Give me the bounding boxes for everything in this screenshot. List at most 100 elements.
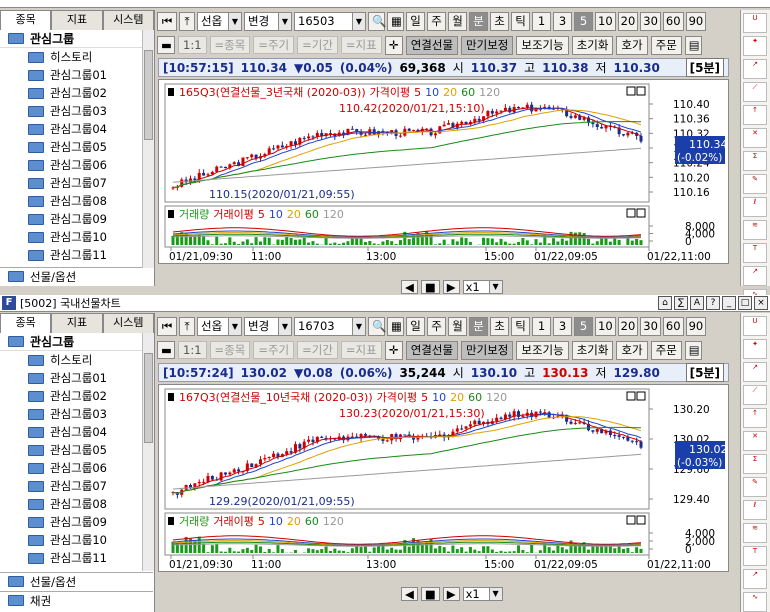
aux-function-button[interactable]: 보조기능: [516, 35, 569, 55]
tab-jipyo[interactable]: 지표: [51, 10, 103, 30]
interval-button[interactable]: 1: [532, 316, 551, 336]
code-input[interactable]: 16503 ▼: [294, 11, 366, 31]
mark-icon[interactable]: ▬: [157, 36, 175, 54]
window-2-titlebar[interactable]: F [5002] 국내선물차트 ⌂ ∑ A ? _ □ ×: [0, 295, 770, 312]
same-period-button[interactable]: =주기: [253, 36, 295, 54]
volume-panel-max-icon[interactable]: [626, 515, 636, 525]
tree-item[interactable]: 관심그룹11: [0, 549, 153, 567]
interval-button[interactable]: 5: [574, 11, 593, 31]
crosshair-icon[interactable]: ✛: [384, 340, 403, 360]
zoom-select[interactable]: x1 ▼: [462, 587, 503, 601]
tree-item[interactable]: 관심그룹02: [0, 84, 153, 102]
period-badge[interactable]: [5분]: [685, 58, 724, 77]
tab-jongmok[interactable]: 종목: [0, 313, 52, 333]
tree-item[interactable]: 관심그룹05: [0, 441, 153, 459]
period-button[interactable]: 월: [448, 11, 467, 31]
market-select[interactable]: 선옵 ▼: [197, 316, 242, 336]
period-button[interactable]: 일: [406, 11, 425, 31]
pen-icon[interactable]: ℓ: [743, 197, 767, 217]
up-icon[interactable]: ⤒: [179, 316, 195, 336]
wave-icon[interactable]: ∿: [743, 592, 767, 612]
zoom-select[interactable]: x1 ▼: [462, 280, 503, 294]
font-icon[interactable]: A: [690, 296, 704, 310]
draw-icon[interactable]: ✎: [743, 174, 767, 194]
tree-root-group[interactable]: 관심그룹: [0, 30, 153, 48]
first-icon[interactable]: ⏮: [157, 316, 177, 336]
code-input[interactable]: 16703 ▼: [294, 316, 366, 336]
tab-jongmok[interactable]: 종목: [0, 10, 52, 30]
same-indicator-button[interactable]: =지표: [340, 341, 382, 359]
aux-function-button[interactable]: 보조기능: [516, 340, 569, 360]
same-range-button[interactable]: =기간: [297, 341, 338, 359]
tree-item[interactable]: 관심그룹01: [0, 369, 153, 387]
tree-item[interactable]: 관심그룹07: [0, 477, 153, 495]
tab-system[interactable]: 시스템: [102, 313, 154, 333]
period-button[interactable]: 주: [427, 11, 446, 31]
interval-button[interactable]: 90: [685, 11, 707, 31]
tree-item[interactable]: 관심그룹04: [0, 423, 153, 441]
market-select[interactable]: 선옵 ▼: [197, 11, 242, 31]
same-range-button[interactable]: =기간: [297, 36, 338, 54]
minimize-icon[interactable]: _: [722, 296, 736, 310]
tree-root-group[interactable]: 관심그룹: [0, 333, 153, 351]
crosshair-icon[interactable]: ✛: [384, 35, 403, 55]
text-icon[interactable]: T: [743, 243, 767, 263]
cross-icon[interactable]: ✕: [743, 128, 767, 148]
reset-button[interactable]: 초기화: [571, 35, 614, 55]
tree-item[interactable]: 관심그룹06: [0, 156, 153, 174]
quote-button[interactable]: 호가: [616, 35, 648, 55]
interval-button[interactable]: 30: [640, 11, 661, 31]
tree-item[interactable]: 관심그룹01: [0, 66, 153, 84]
tree-item[interactable]: 관심그룹11: [0, 246, 153, 264]
tree-item[interactable]: 관심그룹06: [0, 459, 153, 477]
period-button[interactable]: 주: [427, 316, 446, 336]
same-period-button[interactable]: =주기: [253, 341, 295, 359]
period-button[interactable]: 초: [490, 11, 509, 31]
grid-icon[interactable]: ▦: [387, 11, 404, 31]
reset-button[interactable]: 초기화: [571, 340, 614, 360]
up-icon[interactable]: ⤒: [179, 11, 195, 31]
panel-max-icon[interactable]: [626, 391, 636, 401]
up-arrow-icon[interactable]: ↑: [743, 408, 767, 428]
link-icon[interactable]: ∑: [674, 296, 688, 310]
scroll-right-icon[interactable]: ▶: [442, 587, 460, 601]
expiry-adjust-button[interactable]: 만기보정: [461, 340, 514, 360]
period-button[interactable]: 틱: [511, 316, 530, 336]
period-button[interactable]: 월: [448, 316, 467, 336]
same-code-button[interactable]: =종목: [209, 341, 251, 359]
scroll-thumb[interactable]: [144, 50, 153, 140]
interval-button[interactable]: 90: [685, 316, 707, 336]
order-button[interactable]: 주문: [650, 35, 682, 55]
sigma-icon[interactable]: Σ: [743, 151, 767, 171]
help-icon[interactable]: ?: [706, 296, 720, 310]
tree-item[interactable]: 관심그룹10: [0, 531, 153, 549]
panel-max-icon[interactable]: [626, 86, 636, 96]
interval-button[interactable]: 10: [595, 11, 616, 31]
save-icon[interactable]: ▤: [684, 35, 702, 55]
one-to-one-button[interactable]: 1:1: [178, 341, 207, 359]
order-button[interactable]: 주문: [650, 340, 682, 360]
expiry-adjust-button[interactable]: 만기보정: [461, 35, 514, 55]
tree-item[interactable]: 관심그룹07: [0, 174, 153, 192]
sidebar-scrollbar[interactable]: [142, 30, 154, 268]
tree-foot-bonds[interactable]: 채권: [0, 591, 153, 609]
line-icon[interactable]: ⟋: [743, 385, 767, 405]
interval-button[interactable]: 5: [574, 316, 593, 336]
tree-item[interactable]: 히스토리: [0, 48, 153, 66]
interval-button[interactable]: 3: [553, 11, 572, 31]
stop-icon[interactable]: ■: [420, 280, 440, 294]
tree-item[interactable]: 관심그룹10: [0, 228, 153, 246]
period-button[interactable]: 분: [469, 11, 488, 31]
tree-item[interactable]: 관심그룹09: [0, 513, 153, 531]
interval-button[interactable]: 3: [553, 316, 572, 336]
tree-item[interactable]: 관심그룹03: [0, 405, 153, 423]
one-to-one-button[interactable]: 1:1: [178, 36, 207, 54]
tree-foot-futures[interactable]: 선물/옵션: [0, 267, 153, 285]
price-chart-area[interactable]: 167Q3(연결선물_10년국채 (2020-03)) 가격이평 5 10 20 60 12…: [158, 384, 729, 572]
tool-icon[interactable]: ✦: [743, 339, 767, 359]
interval-button[interactable]: 20: [617, 316, 639, 336]
period-button[interactable]: 분: [469, 316, 488, 336]
tree-item[interactable]: 관심그룹08: [0, 192, 153, 210]
interval-button[interactable]: 60: [662, 316, 684, 336]
sidebar-scrollbar[interactable]: [142, 333, 154, 571]
